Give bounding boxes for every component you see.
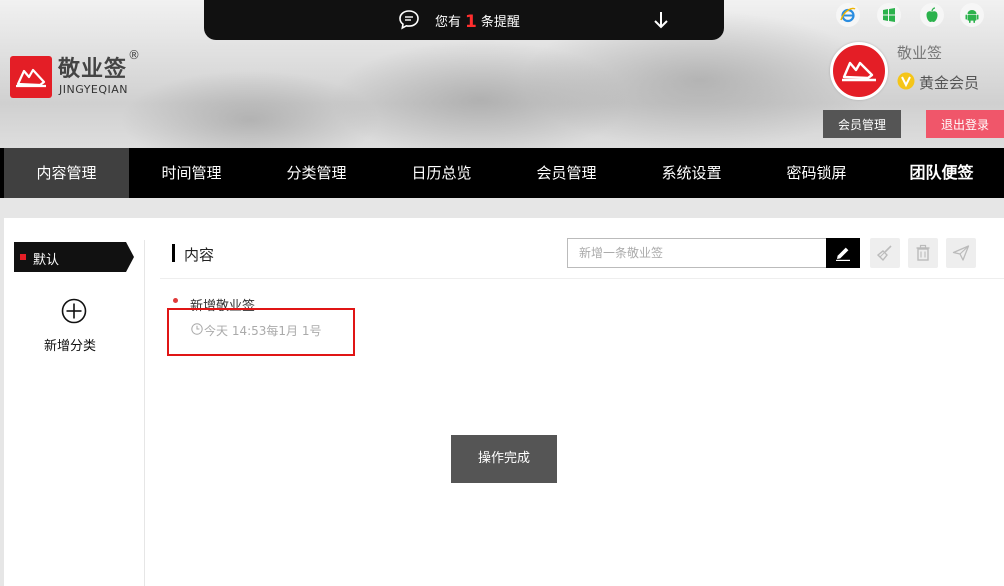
pencil-icon [836,247,850,261]
ie-icon [840,7,856,23]
notification-text: 您有 1 条提醒 [435,11,520,32]
vip-badge-icon [897,72,915,90]
paper-plane-icon [952,245,970,261]
logo-icon [16,68,46,88]
windows-icon [883,8,895,22]
logo-subtitle: JINGYEQIAN [59,83,129,96]
edit-button[interactable] [826,238,860,268]
trash-icon [916,244,930,261]
nav-item-content[interactable]: 内容管理 [4,148,129,198]
category-default-background [14,242,134,272]
toast-message: 操作完成 [451,435,557,483]
plus-circle-icon[interactable] [61,298,87,324]
android-platform-button[interactable] [960,3,984,27]
logo-registered: ® [128,48,140,62]
member-management-button[interactable]: 会员管理 [823,110,901,138]
notification-prefix: 您有 [435,15,462,30]
membership-level: 黄金会员 [919,74,980,92]
nav-item-category[interactable]: 分类管理 [254,148,379,198]
category-default-label: 默认 [33,253,60,268]
chat-bubble-icon [399,10,419,30]
nav-item-lock[interactable]: 密码锁屏 [754,148,879,198]
logo[interactable]: 敬业签 ® JINGYEQIAN [10,48,150,102]
category-marker [20,254,26,260]
ie-platform-button[interactable] [836,3,860,27]
logout-button[interactable]: 退出登录 [926,110,1004,138]
notification-suffix: 条提醒 [480,15,520,30]
avatar-logo-icon [842,61,876,82]
section-title: 内容 [184,246,215,264]
apple-icon [926,7,938,22]
user-avatar[interactable] [830,42,888,100]
clear-button[interactable] [870,238,900,268]
notification-bar[interactable]: 您有 1 条提醒 [204,0,724,40]
header: 您有 1 条提醒 敬业签 ® JINGYEQIAN 敬业签 黄金会员 会员管理 … [0,0,1004,148]
apple-platform-button[interactable] [920,3,944,27]
arrow-down-icon[interactable] [650,9,672,31]
delete-button[interactable] [908,238,938,268]
sidebar-divider [144,240,145,586]
nav-item-time[interactable]: 时间管理 [129,148,254,198]
notification-count: 1 [465,12,477,32]
nav-item-team[interactable]: 团队便签 [879,148,1004,198]
main-nav: 内容管理 时间管理 分类管理 日历总览 会员管理 系统设置 密码锁屏 团队便签 [0,148,1004,198]
nav-item-member[interactable]: 会员管理 [504,148,629,198]
highlight-annotation-box [167,308,355,356]
user-name: 敬业签 [897,44,943,62]
logo-name: 敬业签 [58,57,128,82]
content-header-divider [160,278,1004,279]
add-category-label[interactable]: 新增分类 [44,335,96,354]
windows-platform-button[interactable] [877,3,901,27]
note-bullet [173,298,178,303]
broom-icon [876,245,892,262]
nav-item-settings[interactable]: 系统设置 [629,148,754,198]
send-button[interactable] [946,238,976,268]
category-default[interactable]: 默认 [14,242,134,272]
android-icon [965,10,979,23]
logo-mark [10,56,52,98]
new-note-input[interactable] [567,238,827,268]
content-panel: 默认 新增分类 内容 新增一条敬业签 新增敬业签 今天 14:53每1月 1号 … [4,218,1004,586]
section-title-marker [172,244,175,262]
nav-item-calendar[interactable]: 日历总览 [379,148,504,198]
